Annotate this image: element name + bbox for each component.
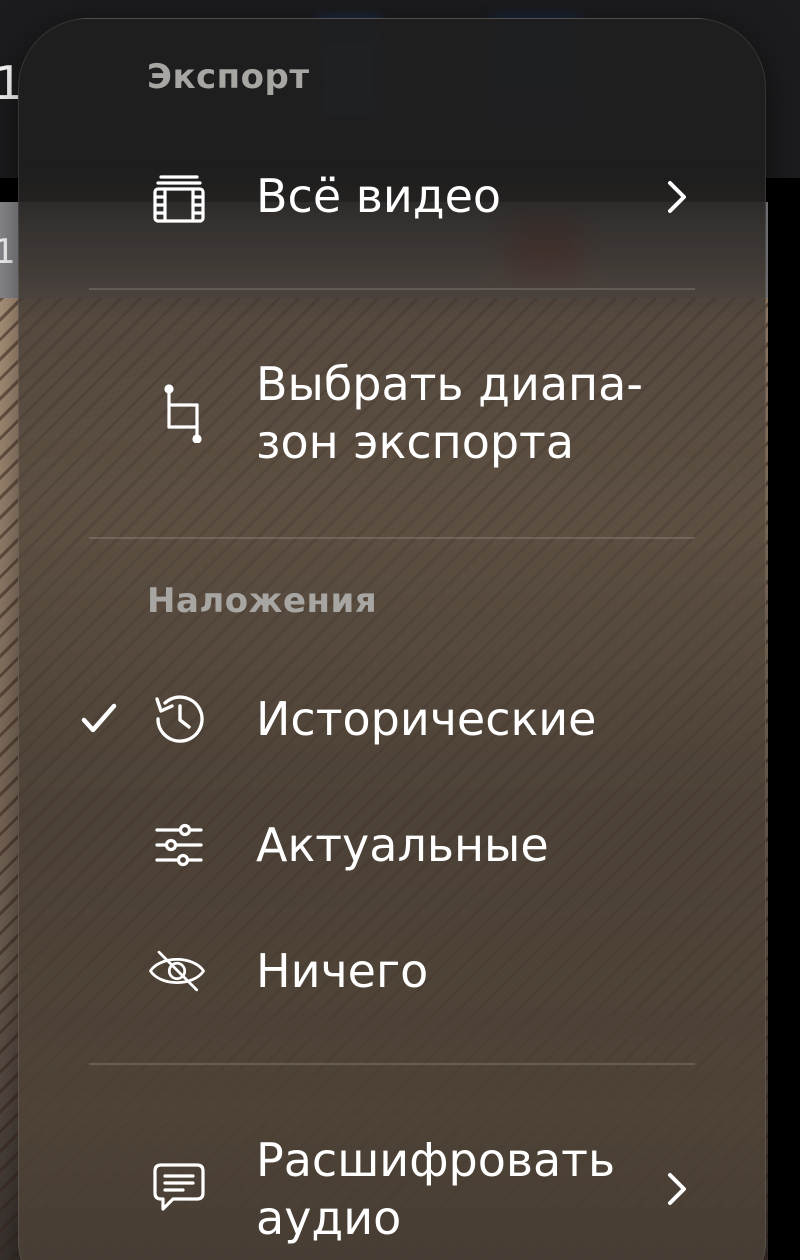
chevron-right-icon — [661, 1169, 691, 1209]
menu-item-historical[interactable]: Исторические — [19, 659, 765, 779]
menu-item-label: Исторические — [256, 692, 597, 746]
menu-item-select-export-range[interactable]: Выбрать диапа- зон экспорта — [19, 339, 765, 499]
section-header-export: Экспорт — [147, 57, 310, 97]
menu-item-label: Ничего — [256, 944, 429, 998]
speech-bubble-icon — [149, 1157, 209, 1217]
sliders-icon — [149, 815, 209, 875]
film-stack-icon — [149, 167, 209, 227]
divider — [89, 288, 695, 290]
background-edge — [768, 298, 800, 1260]
eye-slash-icon — [147, 941, 217, 1001]
menu-item-all-video[interactable]: Всё видео — [19, 139, 765, 253]
checkmark-icon — [79, 699, 119, 739]
crop-icon — [149, 383, 209, 443]
menu-item-none[interactable]: Ничего — [19, 911, 765, 1031]
background-strip-fragment: 1 — [0, 232, 16, 272]
menu-item-actual[interactable]: Актуальные — [19, 785, 765, 905]
chevron-right-icon — [661, 177, 691, 217]
menu-item-label: Всё видео — [256, 169, 502, 223]
menu-item-label: Расшифровать аудио — [256, 1133, 616, 1245]
section-header-overlays: Наложения — [147, 581, 378, 621]
screen: 1 1 Экспорт Всё видео Выбрать диапа- зон… — [0, 0, 800, 1260]
menu-item-transcribe-audio[interactable]: Расшифровать аудио — [19, 1109, 765, 1260]
history-clock-icon — [149, 689, 209, 749]
menu-item-label: Выбрать диапа- зон экспорта — [256, 357, 643, 469]
context-menu: Экспорт Всё видео Выбрать диапа- зон экс… — [18, 18, 766, 1260]
divider — [89, 1063, 695, 1065]
divider — [89, 537, 695, 539]
menu-item-label: Актуальные — [256, 818, 549, 872]
